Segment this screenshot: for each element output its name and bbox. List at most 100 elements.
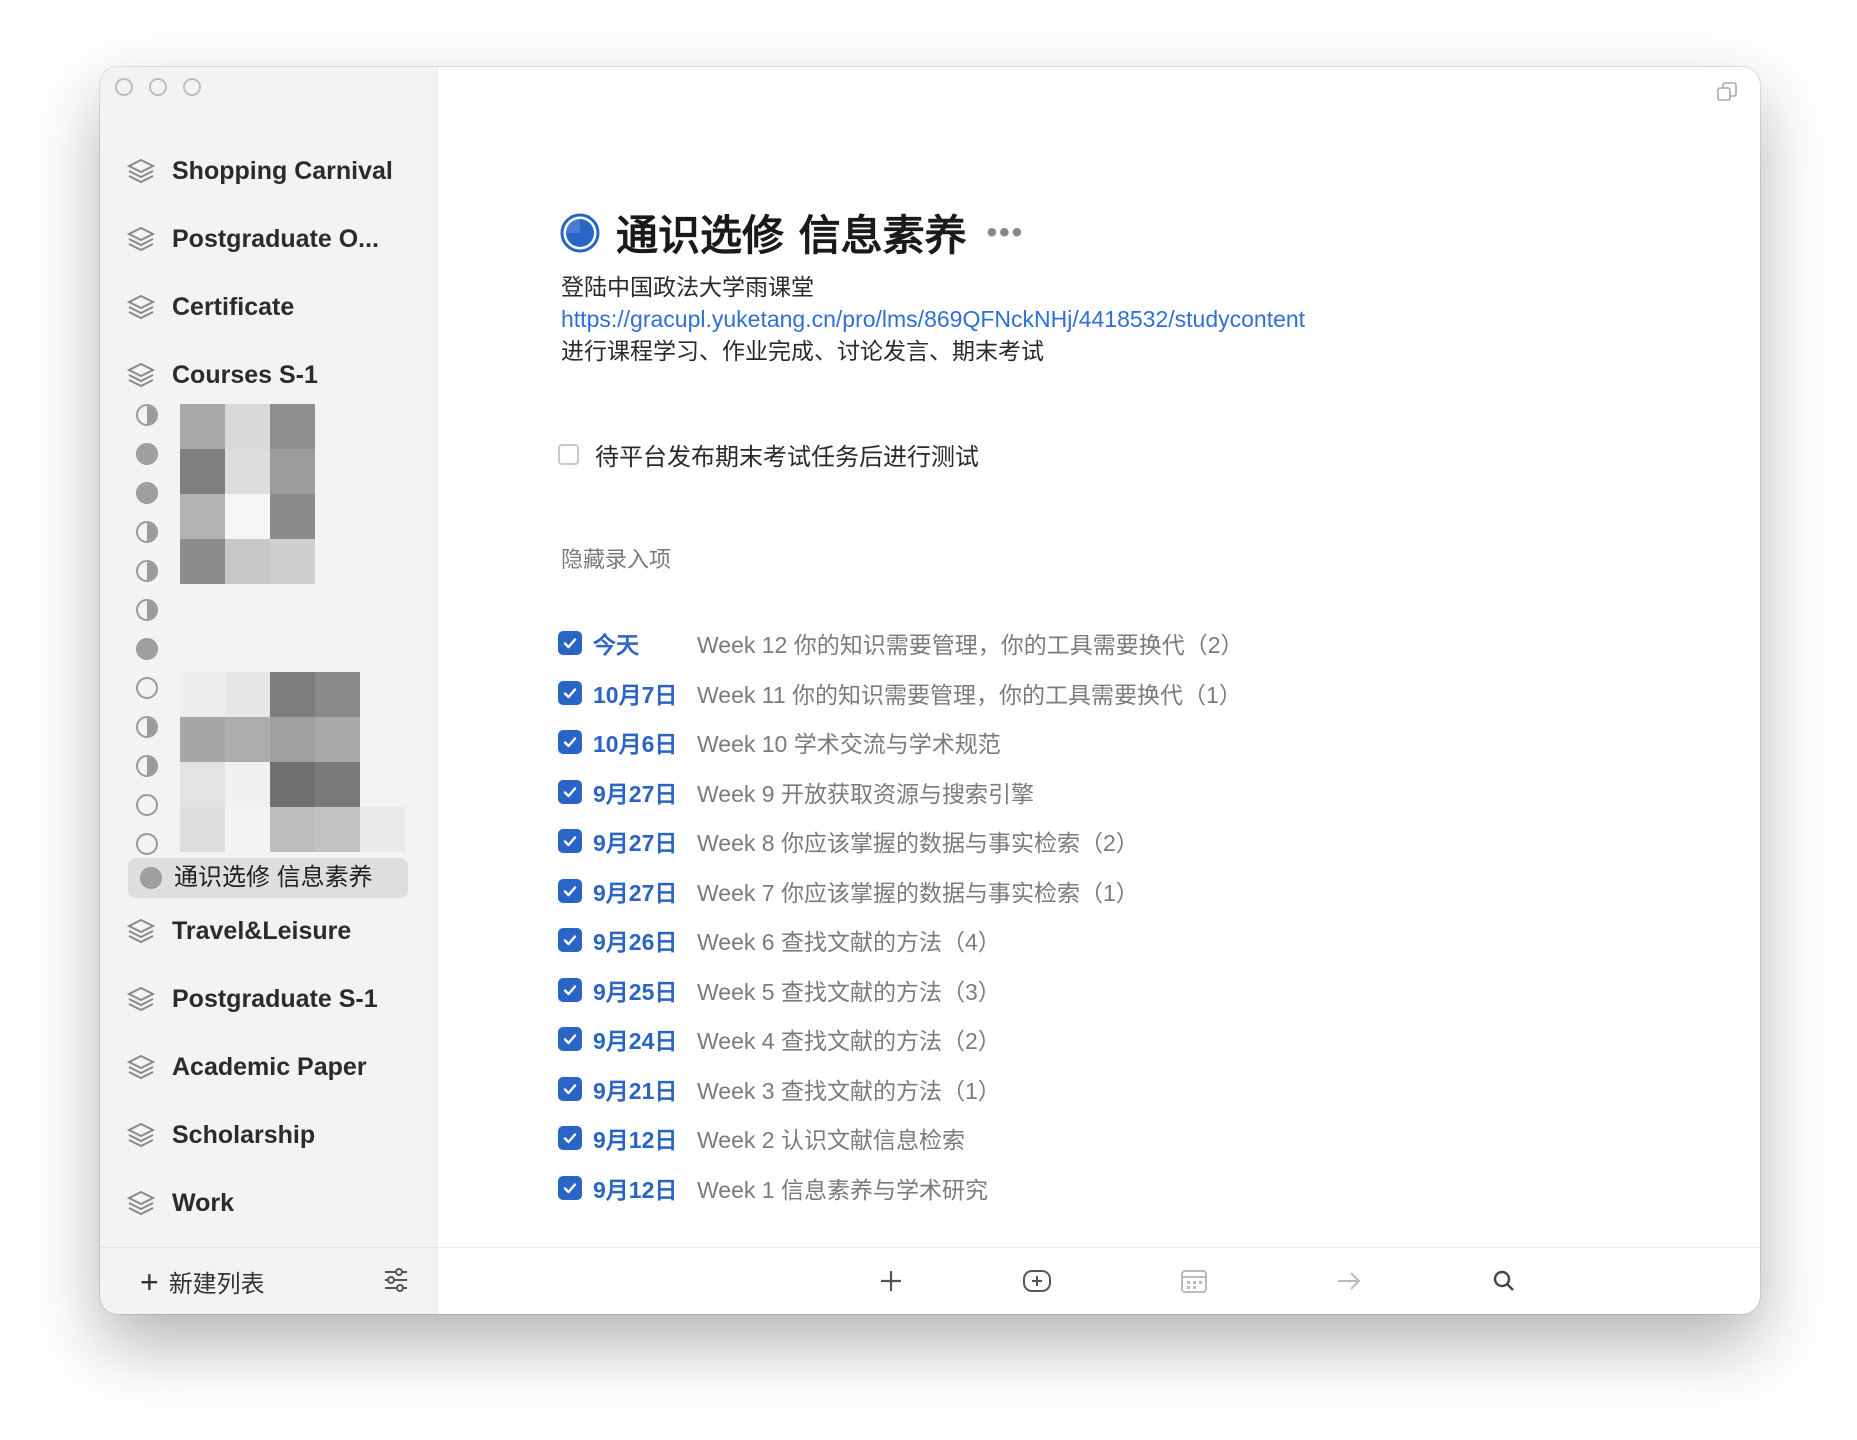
- stack-icon: [126, 1122, 156, 1148]
- project-title[interactable]: 通识选修 信息素养: [616, 202, 967, 263]
- completed-task-row[interactable]: 9月24日 Week 4 查找文献的方法（2）: [558, 1019, 1001, 1059]
- project-progress-icon[interactable]: [136, 677, 158, 699]
- checked-checkbox-icon[interactable]: [558, 631, 582, 655]
- task-title: Week 2 认识文献信息检索: [697, 1127, 965, 1153]
- completion-date: 9月25日: [593, 978, 678, 1005]
- task-title: Week 4 查找文献的方法（2）: [697, 1028, 1001, 1054]
- task-title: 待平台发布期末考试任务后进行测试: [595, 444, 979, 471]
- checked-checkbox-icon[interactable]: [558, 779, 582, 804]
- calendar-icon[interactable]: [1178, 1265, 1210, 1297]
- add-heading-icon[interactable]: [1021, 1265, 1053, 1297]
- stack-icon: [126, 1190, 156, 1216]
- completed-task-row[interactable]: 10月6日 Week 10 学术交流与学术规范: [558, 722, 1001, 762]
- completed-task-row[interactable]: 9月27日 Week 7 你应该掌握的数据与事实检索（1）: [558, 871, 1139, 911]
- completed-task-row[interactable]: 9月25日 Week 5 查找文献的方法（3）: [558, 970, 1001, 1010]
- stack-icon: [126, 158, 156, 184]
- task-checkbox[interactable]: [558, 444, 579, 465]
- task-title: Week 8 你应该掌握的数据与事实检索（2）: [697, 830, 1139, 856]
- app-window: Shopping Carnival Postgraduate O... Cert…: [100, 67, 1760, 1314]
- sidebar-list-travel-leisure[interactable]: Travel&Leisure: [126, 906, 416, 956]
- project-progress-icon[interactable]: [136, 794, 158, 816]
- project-progress-icon[interactable]: [136, 560, 158, 582]
- checked-checkbox-icon[interactable]: [558, 1076, 582, 1101]
- sidebar-list-label: Academic Paper: [172, 1052, 367, 1081]
- completed-task-row[interactable]: 9月21日 Week 3 查找文献的方法（1）: [558, 1069, 1001, 1109]
- stack-icon: [126, 362, 156, 388]
- checked-checkbox-icon[interactable]: [558, 1126, 582, 1150]
- project-progress-icon[interactable]: [136, 755, 158, 777]
- close-window-button[interactable]: [115, 78, 133, 96]
- sidebar-list-label: Scholarship: [172, 1120, 316, 1149]
- sidebar-list-postgraduate-s1[interactable]: Postgraduate S-1: [126, 974, 416, 1024]
- sidebar-list-label: Shopping Carnival: [172, 156, 393, 185]
- new-list-label: 新建列表: [168, 1271, 265, 1298]
- sidebar: Shopping Carnival Postgraduate O... Cert…: [100, 67, 438, 1314]
- project-progress-icon[interactable]: [560, 213, 600, 253]
- project-progress-icon[interactable]: [136, 521, 158, 543]
- stack-icon: [126, 918, 156, 944]
- completion-date: 10月7日: [593, 681, 678, 708]
- project-progress-icon[interactable]: [136, 443, 158, 465]
- sidebar-list-label: Work: [172, 1188, 235, 1217]
- completed-task-row[interactable]: 10月7日 Week 11 你的知识需要管理，你的工具需要换代（1）: [558, 673, 1242, 713]
- project-progress-icon[interactable]: [136, 482, 158, 504]
- duplicate-window-icon[interactable]: [1716, 81, 1738, 103]
- completion-date: 9月21日: [593, 1077, 678, 1104]
- more-options-icon[interactable]: •••: [987, 216, 1025, 250]
- open-task-row[interactable]: 待平台发布期末考试任务后进行测试: [558, 437, 979, 472]
- stack-icon: [126, 226, 156, 252]
- sliders-icon[interactable]: [383, 1267, 409, 1293]
- checked-checkbox-icon[interactable]: [558, 680, 582, 705]
- new-list-button[interactable]: + 新建列表: [140, 1264, 265, 1299]
- project-progress-icon[interactable]: [136, 638, 158, 660]
- notes-link[interactable]: https://gracupl.yuketang.cn/pro/lms/869Q…: [561, 303, 1305, 335]
- checked-checkbox-icon[interactable]: [558, 730, 582, 754]
- sidebar-list-label: Postgraduate O...: [172, 224, 379, 253]
- sidebar-list-label: Certificate: [172, 292, 295, 321]
- checked-checkbox-icon[interactable]: [558, 829, 582, 853]
- checked-checkbox-icon[interactable]: [558, 977, 582, 1002]
- task-title: Week 5 查找文献的方法（3）: [697, 978, 1001, 1005]
- stack-icon: [126, 1054, 156, 1080]
- redacted-project-names: [180, 672, 405, 852]
- hide-logged-items-button[interactable]: 隐藏录入项: [561, 542, 671, 574]
- task-title: Week 9 开放获取资源与搜索引擎: [697, 780, 1034, 807]
- completed-task-row[interactable]: 9月27日 Week 8 你应该掌握的数据与事实检索（2）: [558, 821, 1139, 861]
- sidebar-list-courses-s1[interactable]: Courses S-1: [126, 350, 416, 400]
- sidebar-list-certificate[interactable]: Certificate: [126, 282, 416, 332]
- sidebar-list-scholarship[interactable]: Scholarship: [126, 1110, 416, 1160]
- sidebar-list-postgraduate-o[interactable]: Postgraduate O...: [126, 214, 416, 264]
- plus-icon: +: [140, 1263, 159, 1300]
- move-arrow-icon[interactable]: [1333, 1265, 1365, 1297]
- zoom-window-button[interactable]: [183, 78, 201, 96]
- project-progress-icon[interactable]: [136, 833, 158, 855]
- project-progress-icon[interactable]: [136, 716, 158, 738]
- sidebar-list-shopping-carnival[interactable]: Shopping Carnival: [126, 146, 416, 196]
- completion-date: 9月24日: [593, 1028, 678, 1054]
- completed-task-row[interactable]: 今天 Week 12 你的知识需要管理，你的工具需要换代（2）: [558, 623, 1244, 663]
- notes-line: 登陆中国政法大学雨课堂: [561, 274, 814, 300]
- checked-checkbox-icon[interactable]: [558, 1027, 582, 1051]
- sidebar-list-academic-paper[interactable]: Academic Paper: [126, 1042, 416, 1092]
- checked-checkbox-icon[interactable]: [558, 878, 582, 903]
- completed-task-row[interactable]: 9月26日 Week 6 查找文献的方法（4）: [558, 920, 1001, 960]
- project-progress-icon[interactable]: [136, 599, 158, 621]
- minimize-window-button[interactable]: [149, 78, 167, 96]
- completion-date: 9月26日: [593, 929, 678, 955]
- search-icon[interactable]: [1488, 1265, 1520, 1297]
- sidebar-list-work[interactable]: Work: [126, 1178, 416, 1228]
- add-task-icon[interactable]: [875, 1265, 907, 1297]
- completed-task-row[interactable]: 9月12日 Week 1 信息素养与学术研究: [558, 1168, 988, 1208]
- completion-date: 9月12日: [593, 1176, 678, 1203]
- completed-task-row[interactable]: 9月27日 Week 9 开放获取资源与搜索引擎: [558, 772, 1034, 812]
- project-notes[interactable]: 登陆中国政法大学雨课堂 https://gracupl.yuketang.cn/…: [561, 271, 1305, 367]
- stack-icon: [126, 986, 156, 1012]
- completion-date: 9月12日: [593, 1127, 678, 1153]
- project-progress-icon[interactable]: [136, 404, 158, 426]
- completion-date: 9月27日: [593, 879, 678, 906]
- completed-task-row[interactable]: 9月12日 Week 2 认识文献信息检索: [558, 1118, 965, 1158]
- checked-checkbox-icon[interactable]: [558, 928, 582, 952]
- redacted-project-names: [180, 404, 315, 584]
- checked-checkbox-icon[interactable]: [558, 1175, 582, 1200]
- sidebar-list-label: Travel&Leisure: [172, 916, 352, 945]
